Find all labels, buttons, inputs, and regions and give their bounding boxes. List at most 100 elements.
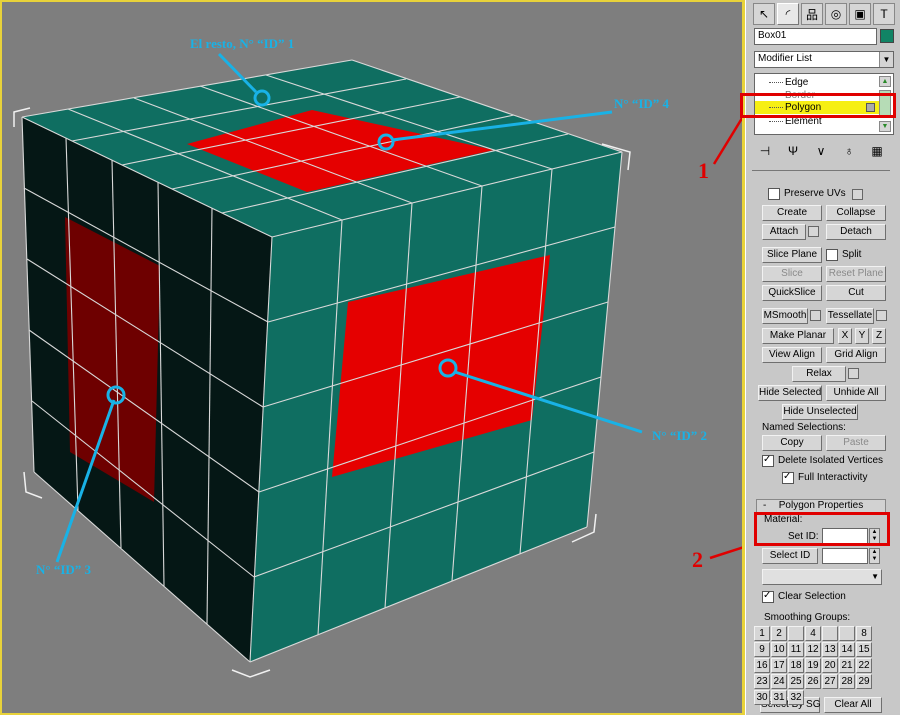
full-interactivity-checkbox[interactable]: Full Interactivity: [782, 470, 867, 485]
planar-x-button[interactable]: X: [838, 328, 852, 344]
smoothing-group-button[interactable]: [822, 626, 838, 641]
smoothing-group-button[interactable]: 31: [771, 690, 787, 705]
object-color-swatch[interactable]: [880, 29, 894, 43]
msmooth-button[interactable]: MSmooth: [762, 308, 808, 324]
copy-button[interactable]: Copy: [762, 435, 822, 451]
smoothing-group-button[interactable]: [839, 626, 855, 641]
marker-1-leader: [712, 115, 742, 165]
annotation-id-1: El resto, N° “ID” 1: [190, 36, 294, 51]
smoothing-group-button[interactable]: 1: [754, 626, 770, 641]
unhide-all-button[interactable]: Unhide All: [826, 385, 886, 401]
remove-modifier-icon[interactable]: ♁: [840, 144, 858, 158]
attach-list-icon[interactable]: [808, 226, 819, 237]
slice-plane-button[interactable]: Slice Plane: [762, 247, 822, 263]
modify-tab-icon[interactable]: ◜: [777, 3, 799, 25]
smoothing-group-button[interactable]: 9: [754, 642, 770, 657]
smoothing-group-button[interactable]: 17: [771, 658, 787, 673]
smoothing-group-button[interactable]: 24: [771, 674, 787, 689]
utilities-tab-icon[interactable]: T: [873, 3, 895, 25]
chevron-down-icon[interactable]: ▼: [879, 52, 893, 67]
smoothing-group-button[interactable]: 30: [754, 690, 770, 705]
tessellate-button[interactable]: Tessellate: [826, 308, 874, 324]
annotation-id-3: N° “ID” 3: [36, 562, 92, 577]
quickslice-button[interactable]: QuickSlice: [762, 285, 822, 301]
smoothing-group-button[interactable]: 18: [788, 658, 804, 673]
viewport-scene[interactable]: El resto, N° “ID” 1 N° “ID” 4 N° “ID” 2 …: [2, 2, 744, 715]
smoothing-group-button[interactable]: 20: [822, 658, 838, 673]
split-checkbox[interactable]: Split: [826, 248, 861, 262]
clear-selection-checkbox[interactable]: Clear Selection: [762, 589, 846, 604]
select-id-spinner[interactable]: ▲ ▼: [822, 548, 880, 564]
smoothing-group-button[interactable]: 19: [805, 658, 821, 673]
motion-tab-icon[interactable]: ◎: [825, 3, 847, 25]
msmooth-settings-icon[interactable]: [810, 310, 821, 321]
smoothing-group-button[interactable]: 8: [856, 626, 872, 641]
collapse-button[interactable]: Collapse: [826, 205, 886, 221]
configure-sets-icon[interactable]: ▦: [868, 144, 886, 158]
scroll-up-icon[interactable]: ▲: [879, 76, 891, 87]
smoothing-group-button[interactable]: 4: [805, 626, 821, 641]
hierarchy-tab-icon[interactable]: 品: [801, 3, 823, 25]
smoothing-group-button[interactable]: 16: [754, 658, 770, 673]
planar-y-button[interactable]: Y: [855, 328, 869, 344]
smoothing-group-button[interactable]: 10: [771, 642, 787, 657]
relax-button[interactable]: Relax: [792, 366, 846, 382]
hide-unselected-button[interactable]: Hide Unselected: [782, 404, 858, 420]
preserve-uvs-settings-icon[interactable]: [852, 189, 863, 200]
smoothing-group-button[interactable]: 15: [856, 642, 872, 657]
smoothing-group-button[interactable]: 12: [805, 642, 821, 657]
smoothing-group-button[interactable]: 14: [839, 642, 855, 657]
polygon-properties-header[interactable]: - Polygon Properties: [756, 499, 886, 513]
stack-toolbar: ⊣ Ψ ∨ ♁ ▦: [756, 142, 892, 160]
smoothing-group-button[interactable]: 28: [839, 674, 855, 689]
hide-selected-button[interactable]: Hide Selected: [758, 385, 822, 401]
smoothing-group-button[interactable]: 27: [822, 674, 838, 689]
cut-button[interactable]: Cut: [826, 285, 886, 301]
scroll-down-icon[interactable]: ▼: [879, 121, 891, 132]
planar-z-button[interactable]: Z: [872, 328, 886, 344]
detach-button[interactable]: Detach: [826, 224, 886, 240]
display-tab-icon[interactable]: ▣: [849, 3, 871, 25]
smoothing-group-button[interactable]: 26: [805, 674, 821, 689]
smoothing-group-button[interactable]: [788, 626, 804, 641]
delete-isolated-checkbox[interactable]: Delete Isolated Vertices: [762, 453, 883, 468]
modifier-list-dropdown[interactable]: Modifier List ▼: [754, 51, 894, 68]
object-name-field[interactable]: Box01: [754, 28, 877, 45]
stack-item-edge[interactable]: Edge: [755, 76, 879, 89]
smoothing-group-button[interactable]: 13: [822, 642, 838, 657]
paste-button[interactable]: Paste: [826, 435, 886, 451]
smoothing-group-button[interactable]: 25: [788, 674, 804, 689]
create-tab-icon[interactable]: ↖: [753, 3, 775, 25]
reset-plane-button[interactable]: Reset Plane: [826, 266, 886, 282]
smoothing-group-button[interactable]: 11: [788, 642, 804, 657]
grid-align-button[interactable]: Grid Align: [826, 347, 886, 363]
modifier-list-label: Modifier List: [758, 53, 812, 64]
chevron-down-icon: ▼: [871, 572, 879, 581]
view-align-button[interactable]: View Align: [762, 347, 822, 363]
pin-stack-icon[interactable]: ⊣: [756, 144, 774, 158]
attach-button[interactable]: Attach: [762, 224, 806, 240]
smoothing-group-button[interactable]: 29: [856, 674, 872, 689]
relax-settings-icon[interactable]: [848, 368, 859, 379]
create-button[interactable]: Create: [762, 205, 822, 221]
tessellate-settings-icon[interactable]: [876, 310, 887, 321]
make-planar-button[interactable]: Make Planar: [762, 328, 834, 344]
smoothing-group-button[interactable]: 23: [754, 674, 770, 689]
smoothing-group-button[interactable]: 21: [839, 658, 855, 673]
highlight-box-1: [740, 93, 896, 118]
viewport[interactable]: El resto, N° “ID” 1 N° “ID” 4 N° “ID” 2 …: [0, 0, 745, 715]
slice-button[interactable]: Slice: [762, 266, 822, 282]
select-id-button[interactable]: Select ID: [762, 548, 818, 564]
material-name-dropdown[interactable]: ▼: [762, 569, 882, 585]
collapse-minus-icon: -: [763, 500, 767, 511]
smoothing-group-button[interactable]: 32: [788, 690, 804, 705]
make-unique-icon[interactable]: ∨: [812, 144, 830, 158]
show-end-result-icon[interactable]: Ψ: [784, 144, 802, 158]
highlight-box-2: [754, 512, 890, 546]
smoothing-group-button[interactable]: 2: [771, 626, 787, 641]
marker-2-leader: [709, 546, 742, 560]
smoothing-group-button[interactable]: 22: [856, 658, 872, 673]
preserve-uvs-checkbox[interactable]: Preserve UVs: [768, 187, 846, 201]
spinner-arrows-icon[interactable]: ▲ ▼: [869, 548, 880, 564]
select-id-field[interactable]: [822, 548, 868, 564]
